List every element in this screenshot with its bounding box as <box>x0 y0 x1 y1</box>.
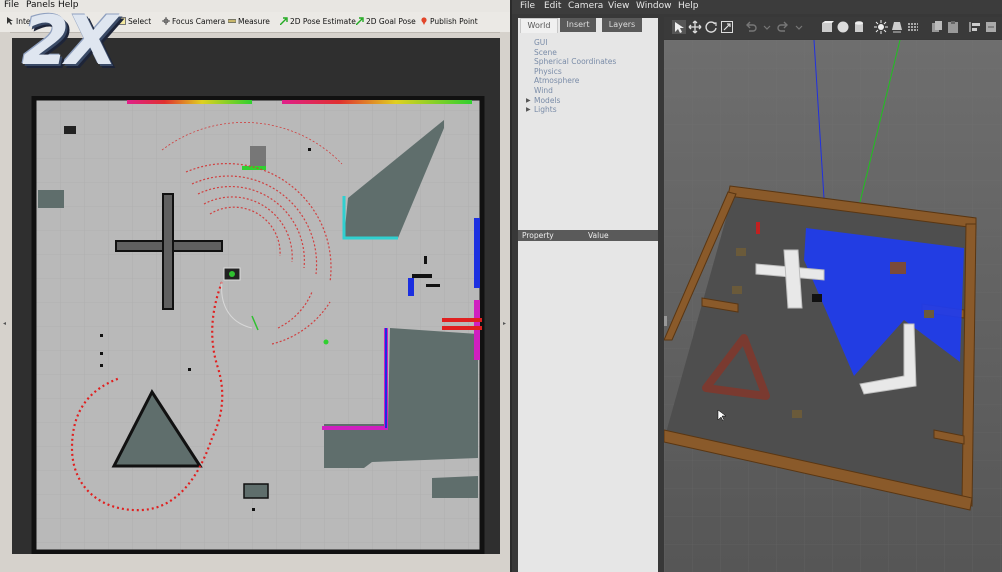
world-tree-item-label: Lights <box>534 105 557 115</box>
gz-menu-edit[interactable]: Edit <box>544 1 561 11</box>
world-tree-item-label: Spherical Coordinates <box>534 57 617 67</box>
red-marker-1 <box>442 318 482 322</box>
focus-camera-button[interactable]: Focus Camera <box>162 17 225 26</box>
world-tree-item-label: Models <box>534 95 561 105</box>
costmap-edge-top <box>127 100 252 104</box>
cursor-icon <box>7 17 13 25</box>
property-table-header: Property Value <box>518 230 658 241</box>
gazebo-window: File Edit Camera View Window Help World … <box>512 0 1002 572</box>
laser-hit-right <box>474 218 480 288</box>
sphere-shape-icon[interactable] <box>836 20 850 34</box>
world-tree-item[interactable]: Atmosphere <box>528 76 616 86</box>
world-tree-item[interactable]: Wind <box>528 86 616 96</box>
goal-point <box>323 339 329 345</box>
tab-world[interactable]: World <box>520 18 558 33</box>
left-dock-splitter[interactable]: ◂ <box>0 32 10 572</box>
left-wall-box <box>38 190 64 208</box>
world-tree-item[interactable]: Scene <box>528 48 616 58</box>
paste-icon[interactable] <box>946 20 960 34</box>
snap-icon[interactable] <box>984 20 998 34</box>
directional-light-icon[interactable] <box>906 20 920 34</box>
gazebo-scene <box>664 40 1002 572</box>
world-tree-item[interactable]: Spherical Coordinates <box>528 57 616 67</box>
select-box-icon <box>118 17 126 25</box>
tab-layers[interactable]: Layers <box>602 18 642 32</box>
occupancy-map <box>12 38 500 554</box>
world-tree: GUI Scene Spherical Coordinates Physics Atmo… <box>526 38 616 115</box>
rviz-menu-file[interactable]: File <box>4 0 19 10</box>
gazebo-left-panel: World Insert Layers GUI Scene Spherical Co… <box>518 18 658 572</box>
speed-badge: 2X <box>22 2 118 81</box>
world-tree-item-label: Scene <box>534 47 557 57</box>
gz-menu-camera[interactable]: Camera <box>568 1 603 11</box>
red-marker-2 <box>442 326 482 330</box>
goal-pose-button[interactable]: 2D Goal Pose <box>356 17 416 26</box>
cross-obstacle-v <box>162 193 174 310</box>
world-tree-item[interactable]: GUI <box>528 38 616 48</box>
translate-mode-icon[interactable] <box>688 20 702 34</box>
cylinder-shape-icon[interactable] <box>852 20 866 34</box>
pose-estimate-label: 2D Pose Estimate <box>290 17 356 26</box>
goal-pose-label: 2D Goal Pose <box>366 17 416 26</box>
gz-menu-file[interactable]: File <box>520 1 535 11</box>
robot-goal-box <box>250 146 266 166</box>
small-box-obstacle <box>243 483 269 499</box>
gazebo-toolbar <box>664 17 1002 39</box>
redo-icon[interactable] <box>776 20 790 34</box>
rviz-status-area <box>0 556 510 572</box>
ruler-icon <box>228 19 236 23</box>
spot-light-icon[interactable] <box>890 20 904 34</box>
gazebo-3d-viewport[interactable] <box>664 40 1002 572</box>
measure-label: Measure <box>238 17 270 26</box>
map-pin-icon <box>421 17 427 25</box>
expand-arrow-icon[interactable]: ▶ <box>526 105 531 115</box>
tab-insert[interactable]: Insert <box>560 18 596 32</box>
panel-splitter-handle[interactable] <box>664 316 667 326</box>
expand-arrow-icon[interactable]: ▶ <box>526 96 531 106</box>
property-column: Property <box>522 231 554 240</box>
undo-icon[interactable] <box>744 20 758 34</box>
world-tree-item[interactable]: Physics <box>528 67 616 77</box>
green-arrow-icon <box>356 17 364 25</box>
undo-dropdown-icon[interactable] <box>760 20 774 34</box>
world-tree-item[interactable]: ▶ Lights <box>526 105 616 115</box>
publish-point-label: Publish Point <box>430 17 478 26</box>
robot-marker <box>223 267 241 281</box>
world-tree-item-label: GUI <box>534 38 548 47</box>
rviz-3d-viewport[interactable] <box>12 38 500 554</box>
rotate-mode-icon[interactable] <box>704 20 718 34</box>
scale-mode-icon[interactable] <box>720 20 734 34</box>
gz-menu-view[interactable]: View <box>608 1 629 11</box>
lower-right-obstacle <box>432 476 478 498</box>
crosshair-icon <box>162 17 170 25</box>
green-arrow-icon <box>280 17 288 25</box>
costmap-edge-top-2 <box>282 100 472 104</box>
world-tree-item-label: Atmosphere <box>534 76 580 86</box>
world-tree-item-label: Physics <box>534 66 562 76</box>
value-column: Value <box>588 231 609 240</box>
right-dock-splitter[interactable]: ▸ <box>500 32 510 572</box>
red-post <box>756 222 760 234</box>
world-tree-item-label: Wind <box>534 85 553 95</box>
laser-hit-mid <box>408 278 414 296</box>
publish-point-button[interactable]: Publish Point <box>420 17 478 26</box>
robot-3d <box>812 294 822 302</box>
select-label: Select <box>128 17 152 26</box>
redo-dropdown-icon[interactable] <box>792 20 806 34</box>
gz-menu-help[interactable]: Help <box>678 1 699 11</box>
gz-menu-window[interactable]: Window <box>636 1 672 11</box>
focus-camera-label: Focus Camera <box>172 17 226 26</box>
small-block <box>64 126 76 134</box>
gazebo-menubar: File Edit Camera View Window Help <box>512 0 1002 14</box>
pose-estimate-button[interactable]: 2D Pose Estimate <box>280 17 356 26</box>
point-light-icon[interactable] <box>874 20 888 34</box>
select-mode-icon[interactable] <box>672 20 686 34</box>
world-tree-item[interactable]: ▶ Models <box>526 95 616 106</box>
rviz-window: File Panels Help Interact Select Focus C… <box>0 0 510 572</box>
align-icon[interactable] <box>968 20 982 34</box>
measure-tool-button[interactable]: Measure <box>228 17 270 26</box>
select-tool-button[interactable]: Select <box>118 17 151 26</box>
copy-icon[interactable] <box>930 20 944 34</box>
box-shape-icon[interactable] <box>820 20 834 34</box>
